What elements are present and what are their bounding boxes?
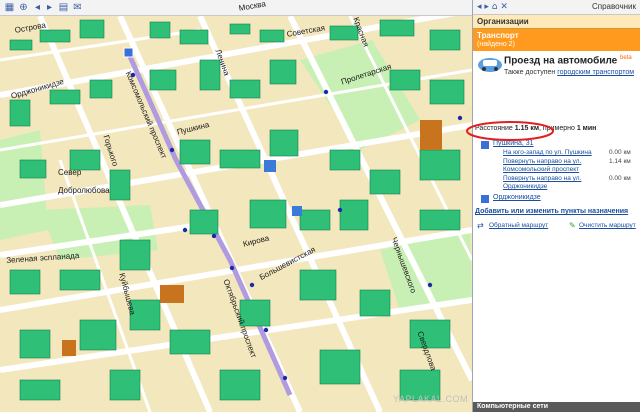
beta-badge: beta (620, 55, 632, 61)
landmark-building (62, 340, 76, 356)
back-icon[interactable]: ◂ (32, 2, 43, 13)
car-route-title: Проезд на автомобиле beta (504, 55, 632, 67)
route-step[interactable]: Орджоникидзе (503, 183, 547, 190)
map-view[interactable]: ▦ ⊕ ◂ ▸ ▤ ✉ Острова Москва Советская Орд… (0, 0, 472, 412)
route-step-km: 0.00 км (609, 175, 631, 182)
route-step-km: 0.00 км (609, 149, 631, 156)
map-toolbar: ▦ ⊕ ◂ ▸ ▤ ✉ (0, 0, 472, 16)
clear-icon: ✎ (569, 221, 576, 230)
transport-found: (найдено 2) (477, 41, 515, 48)
panel-icons[interactable]: ◂ ▸ ⌂ ✕ (477, 2, 508, 12)
reverse-icon: ⇄ (477, 221, 484, 230)
route-origin-icon (481, 141, 489, 149)
reverse-route-link[interactable]: Обратный маршрут (489, 222, 548, 229)
route-start-marker (123, 47, 134, 58)
distance-highlight (466, 121, 554, 141)
panel-header-title: Справочник (592, 2, 636, 11)
time-value: 1 мин (576, 125, 597, 132)
blue-building (264, 160, 276, 172)
side-panel: ◂ ▸ ⌂ ✕ Справочник Организации Транспорт… (466, 0, 640, 412)
transport-title: Транспорт (477, 31, 519, 40)
street-label: Добролюбова (58, 186, 110, 195)
map-canvas[interactable] (0, 0, 472, 412)
transport-tab[interactable]: Транспорт (найдено 2) (473, 29, 640, 51)
zoom-icon[interactable]: ⊕ (18, 2, 29, 13)
route-section: Проезд на автомобиле beta Также доступен… (466, 51, 640, 399)
route-step[interactable]: Повернуть направо на ул. (503, 175, 581, 182)
computer-networks-tab[interactable]: Компьютерные сети (473, 402, 640, 412)
organizations-tab[interactable]: Организации (473, 15, 640, 29)
add-points-link[interactable]: Добавить или изменить пункты назначения (475, 208, 628, 215)
route-step[interactable]: Комсомольский проспект (503, 166, 579, 173)
route-destination-icon (481, 195, 489, 203)
grid-icon[interactable]: ▦ (4, 2, 15, 13)
forward-icon[interactable]: ▸ (44, 2, 55, 13)
print-icon[interactable]: ▤ (58, 2, 69, 13)
route-step[interactable]: Повернуть направо на ул. (503, 158, 581, 165)
route-step-km: 1.14 км (609, 158, 631, 165)
mail-icon[interactable]: ✉ (72, 2, 83, 13)
street-label: Север (58, 168, 82, 177)
route-origin[interactable]: Пушкина, 31 (493, 140, 534, 147)
car-icon (478, 58, 502, 72)
landmark-building (160, 285, 184, 303)
clear-route-link[interactable]: Очистить маршрут (579, 222, 636, 229)
blue-building (292, 206, 302, 216)
also-available: Также доступен городским транспортом (504, 69, 635, 76)
landmark-building (420, 120, 442, 150)
public-transport-link[interactable]: городским транспортом (557, 69, 634, 76)
panel-header: ◂ ▸ ⌂ ✕ Справочник (473, 0, 640, 15)
route-destination[interactable]: Орджоникидзе (493, 194, 541, 201)
route-step[interactable]: На юго-запад по ул. Пушкина (503, 149, 592, 156)
watermark: YAPLAKAL.COM (393, 394, 468, 404)
